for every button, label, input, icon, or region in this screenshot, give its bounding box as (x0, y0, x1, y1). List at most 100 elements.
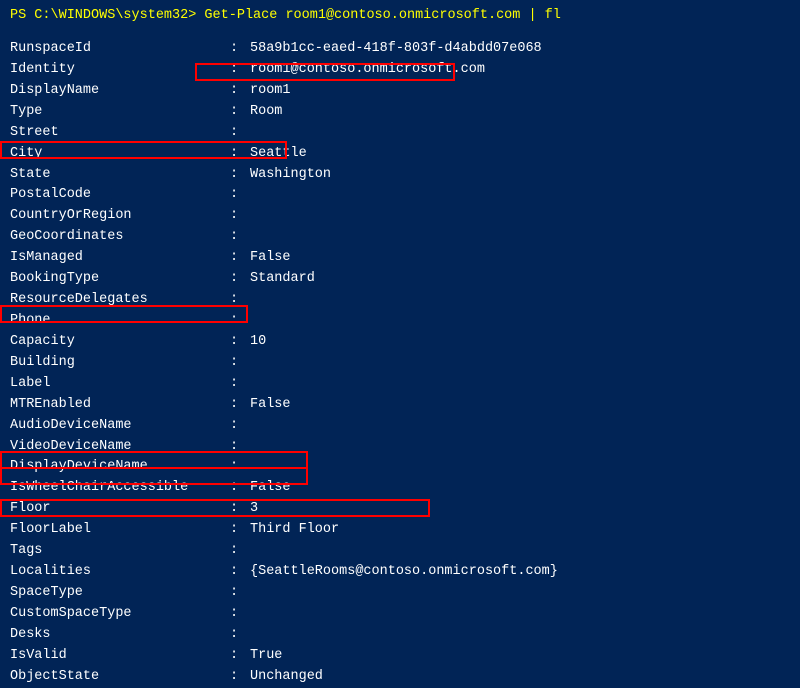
property-colon: : (230, 248, 250, 269)
property-colon: : (230, 667, 250, 688)
property-key: Desks (10, 625, 230, 646)
property-key: ObjectState (10, 667, 230, 688)
table-row: Phone : (10, 311, 790, 332)
property-value: False (250, 248, 790, 269)
table-row: IsValid : True (10, 646, 790, 667)
property-colon: : (230, 185, 250, 206)
property-key: Type (10, 102, 230, 123)
property-value: 10 (250, 332, 790, 353)
property-colon: : (230, 269, 250, 290)
property-value: True (250, 646, 790, 667)
property-colon: : (230, 227, 250, 248)
property-key: Label (10, 374, 230, 395)
property-colon: : (230, 541, 250, 562)
table-row: Desks : (10, 625, 790, 646)
table-row: AudioDeviceName : (10, 416, 790, 437)
property-colon: : (230, 499, 250, 520)
table-row: DisplayName : room1 (10, 81, 790, 102)
property-key: CustomSpaceType (10, 604, 230, 625)
property-key: IsManaged (10, 248, 230, 269)
property-colon: : (230, 81, 250, 102)
property-colon: : (230, 457, 250, 478)
property-value: Washington (250, 165, 790, 186)
property-key: City (10, 144, 230, 165)
property-value: Room (250, 102, 790, 123)
table-row: Localities : {SeattleRooms@contoso.onmic… (10, 562, 790, 583)
property-key: Capacity (10, 332, 230, 353)
table-row: Street : (10, 123, 790, 144)
property-value: False (250, 478, 790, 499)
property-colon: : (230, 165, 250, 186)
property-colon: : (230, 583, 250, 604)
property-colon: : (230, 395, 250, 416)
table-row: Identity : room1@contoso.onmicrosoft.com (10, 60, 790, 81)
property-colon: : (230, 123, 250, 144)
table-row: GeoCoordinates : (10, 227, 790, 248)
property-colon: : (230, 416, 250, 437)
property-colon: : (230, 374, 250, 395)
property-value: Third Floor (250, 520, 790, 541)
property-value: 3 (250, 499, 790, 520)
property-value: Standard (250, 269, 790, 290)
property-key: BookingType (10, 269, 230, 290)
table-row: VideoDeviceName : (10, 437, 790, 458)
table-row: Label : (10, 374, 790, 395)
property-key: DisplayName (10, 81, 230, 102)
property-colon: : (230, 437, 250, 458)
property-colon: : (230, 625, 250, 646)
property-colon: : (230, 311, 250, 332)
table-row: Capacity : 10 (10, 332, 790, 353)
table-row: FloorLabel : Third Floor (10, 520, 790, 541)
property-colon: : (230, 144, 250, 165)
property-key: Floor (10, 499, 230, 520)
property-key: Street (10, 123, 230, 144)
property-key: VideoDeviceName (10, 437, 230, 458)
table-row: PostalCode : (10, 185, 790, 206)
table-row: IsManaged : False (10, 248, 790, 269)
property-key: Localities (10, 562, 230, 583)
property-key: CountryOrRegion (10, 206, 230, 227)
property-key: FloorLabel (10, 520, 230, 541)
table-row: State : Washington (10, 165, 790, 186)
table-row: Building : (10, 353, 790, 374)
table-row: MTREnabled : False (10, 395, 790, 416)
property-key: SpaceType (10, 583, 230, 604)
property-key: AudioDeviceName (10, 416, 230, 437)
property-value: 58a9b1cc-eaed-418f-803f-d4abdd07e068 (250, 39, 790, 60)
property-colon: : (230, 290, 250, 311)
property-key: Building (10, 353, 230, 374)
property-colon: : (230, 646, 250, 667)
property-colon: : (230, 604, 250, 625)
table-row: CountryOrRegion : (10, 206, 790, 227)
property-colon: : (230, 478, 250, 499)
table-row: DisplayDeviceName : (10, 457, 790, 478)
property-key: IsValid (10, 646, 230, 667)
output-table: RunspaceId : 58a9b1cc-eaed-418f-803f-d4a… (10, 31, 790, 688)
property-value: Seattle (250, 144, 790, 165)
table-row: Floor : 3 (10, 499, 790, 520)
property-colon: : (230, 102, 250, 123)
property-colon: : (230, 562, 250, 583)
property-key: MTREnabled (10, 395, 230, 416)
table-row: RunspaceId : 58a9b1cc-eaed-418f-803f-d4a… (10, 39, 790, 60)
property-key: RunspaceId (10, 39, 230, 60)
property-value: room1@contoso.onmicrosoft.com (250, 60, 790, 81)
property-colon: : (230, 60, 250, 81)
property-colon: : (230, 206, 250, 227)
table-row: Type : Room (10, 102, 790, 123)
property-key: DisplayDeviceName (10, 457, 230, 478)
property-key: PostalCode (10, 185, 230, 206)
table-row: SpaceType : (10, 583, 790, 604)
table-row: IsWheelChairAccessible : False (10, 478, 790, 499)
property-key: State (10, 165, 230, 186)
property-value: False (250, 395, 790, 416)
property-key: Phone (10, 311, 230, 332)
property-value: {SeattleRooms@contoso.onmicrosoft.com} (250, 562, 790, 583)
property-colon: : (230, 353, 250, 374)
property-colon: : (230, 520, 250, 541)
terminal-window: PS C:\WINDOWS\system32> Get-Place room1@… (0, 0, 800, 634)
property-key: Tags (10, 541, 230, 562)
property-colon: : (230, 39, 250, 60)
property-colon: : (230, 332, 250, 353)
table-row: ObjectState : Unchanged (10, 667, 790, 688)
